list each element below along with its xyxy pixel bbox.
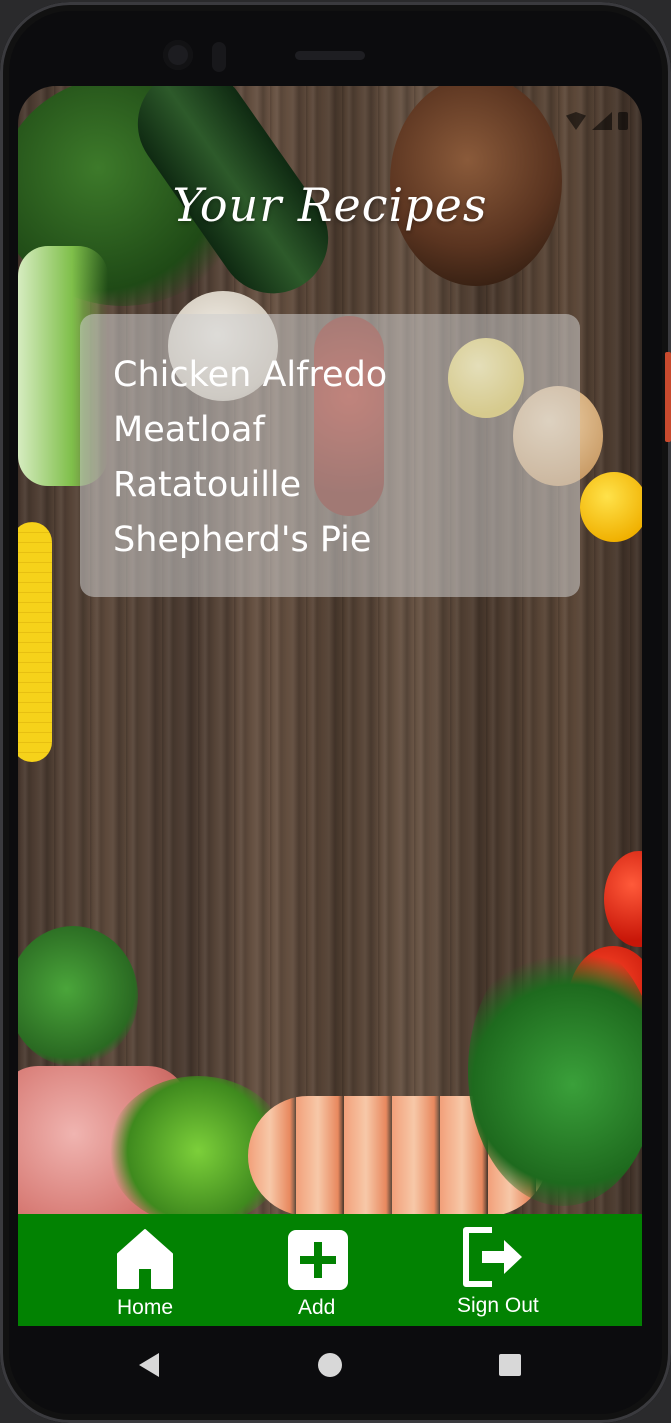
bottom-navigation: Home Add Sign Out (18, 1214, 642, 1326)
add-nav-label: Add (298, 1296, 336, 1319)
sign-out-icon (463, 1227, 522, 1287)
earpiece-speaker (295, 51, 365, 60)
status-bar (566, 112, 628, 130)
front-camera (163, 40, 193, 70)
proximity-sensor (212, 42, 226, 72)
recipe-item[interactable]: Shepherd's Pie (113, 513, 580, 568)
recipe-list: Chicken Alfredo Meatloaf Ratatouille She… (80, 314, 580, 597)
plus-icon (288, 1230, 348, 1290)
signal-icon (592, 112, 612, 130)
home-circle-icon[interactable] (317, 1352, 343, 1378)
recents-icon[interactable] (498, 1353, 522, 1377)
battery-icon (618, 112, 628, 130)
sign-out-nav-button[interactable]: Sign Out (448, 1214, 558, 1326)
recipe-item[interactable]: Ratatouille (113, 458, 580, 513)
side-button[interactable] (665, 352, 671, 442)
home-nav-label: Home (117, 1296, 174, 1319)
wifi-icon (566, 112, 586, 130)
add-nav-button[interactable]: Add (278, 1214, 358, 1326)
app-screen: Your Recipes Chicken Alfredo Meatloaf Ra… (18, 86, 642, 1326)
recipe-item[interactable]: Meatloaf (113, 403, 580, 458)
home-icon (117, 1229, 173, 1289)
back-icon[interactable] (137, 1352, 161, 1378)
sign-out-nav-label: Sign Out (457, 1294, 539, 1317)
recipe-item[interactable]: Chicken Alfredo (113, 348, 580, 403)
system-navigation-bar (18, 1326, 642, 1404)
home-nav-button[interactable]: Home (94, 1214, 204, 1326)
page-title: Your Recipes (172, 178, 488, 232)
